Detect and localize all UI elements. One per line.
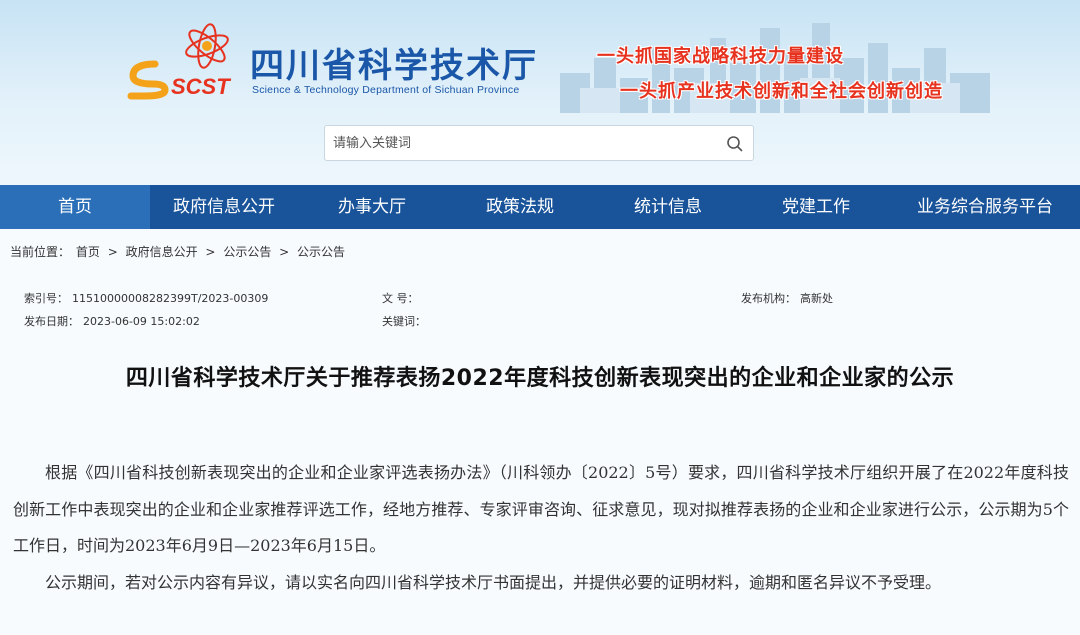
nav-item-policy[interactable]: 政策法规 [446, 185, 594, 229]
nav-item-gov-info[interactable]: 政府信息公开 [150, 185, 298, 229]
slogan-line-1: 一头抓国家战略科技力量建设 [597, 46, 844, 67]
breadcrumb-announcements[interactable]: 公示公告 [223, 245, 271, 259]
article-title: 四川省科学技术厅关于推荐表扬2022年度科技创新表现突出的企业和企业家的公示 [125, 366, 955, 391]
meta-publisher-label: 发布机构： [741, 292, 796, 305]
nav-item-home[interactable]: 首页 [0, 185, 150, 229]
article-paragraph: 根据《四川省科技创新表现突出的企业和企业家评选表扬办法》（川科领办〔2022〕5… [13, 463, 1069, 555]
meta-docno-label: 文 号： [382, 292, 419, 305]
breadcrumb-separator: > [107, 245, 118, 259]
meta-date-label: 发布日期： [24, 315, 79, 328]
breadcrumb-label: 当前位置： [10, 245, 71, 259]
breadcrumb-home[interactable]: 首页 [76, 245, 100, 259]
logo-text: SCST [171, 74, 231, 99]
meta-date: 发布日期： 2023-06-09 15:02:02 [24, 313, 200, 329]
meta-date-value: 2023-06-09 15:02:02 [83, 315, 200, 328]
meta-index-value: 11510000008282399T/2023-00309 [72, 292, 269, 305]
meta-publisher-value: 高新处 [800, 292, 833, 305]
meta-index: 索引号： 11510000008282399T/2023-00309 [24, 290, 268, 306]
meta-docno: 文 号： [382, 290, 423, 306]
meta-index-label: 索引号： [24, 292, 68, 305]
site-title: 四川省科学技术厅 [250, 46, 538, 86]
search-input[interactable] [333, 126, 713, 160]
breadcrumb: 当前位置： 首页 > 政府信息公开 > 公示公告 > 公示公告 [10, 243, 347, 260]
search-box [324, 125, 754, 161]
slogan-line-2: 一头抓产业技术创新和全社会创新创造 [620, 81, 943, 102]
meta-keywords: 关键词： [382, 313, 430, 329]
nav-item-party-building[interactable]: 党建工作 [742, 185, 890, 229]
article-paragraph: 公示期间，若对公示内容有异议，请以实名向四川省科学技术厅书面提出，并提供必要的证… [45, 572, 942, 592]
breadcrumb-announcements-sub[interactable]: 公示公告 [297, 245, 345, 259]
header-banner: SCST 四川省科学技术厅 Science & Technology Depar… [0, 0, 1080, 185]
nav-item-statistics[interactable]: 统计信息 [594, 185, 742, 229]
site-subtitle: Science & Technology Department of Sichu… [252, 84, 520, 96]
meta-keywords-label: 关键词： [382, 315, 426, 328]
nav-item-service-hall[interactable]: 办事大厅 [298, 185, 446, 229]
nav-item-service-platform[interactable]: 业务综合服务平台 [890, 185, 1080, 229]
breadcrumb-separator: > [205, 245, 216, 259]
breadcrumb-separator: > [279, 245, 290, 259]
search-icon[interactable] [725, 134, 745, 154]
meta-publisher: 发布机构： 高新处 [741, 290, 833, 306]
scst-logo: SCST [127, 23, 231, 100]
main-nav: 首页 政府信息公开 办事大厅 政策法规 统计信息 党建工作 业务综合服务平台 [0, 185, 1080, 229]
breadcrumb-gov-info[interactable]: 政府信息公开 [126, 245, 198, 259]
article-body: 根据《四川省科技创新表现突出的企业和企业家评选表扬办法》（川科领办〔2022〕5… [13, 455, 1069, 601]
